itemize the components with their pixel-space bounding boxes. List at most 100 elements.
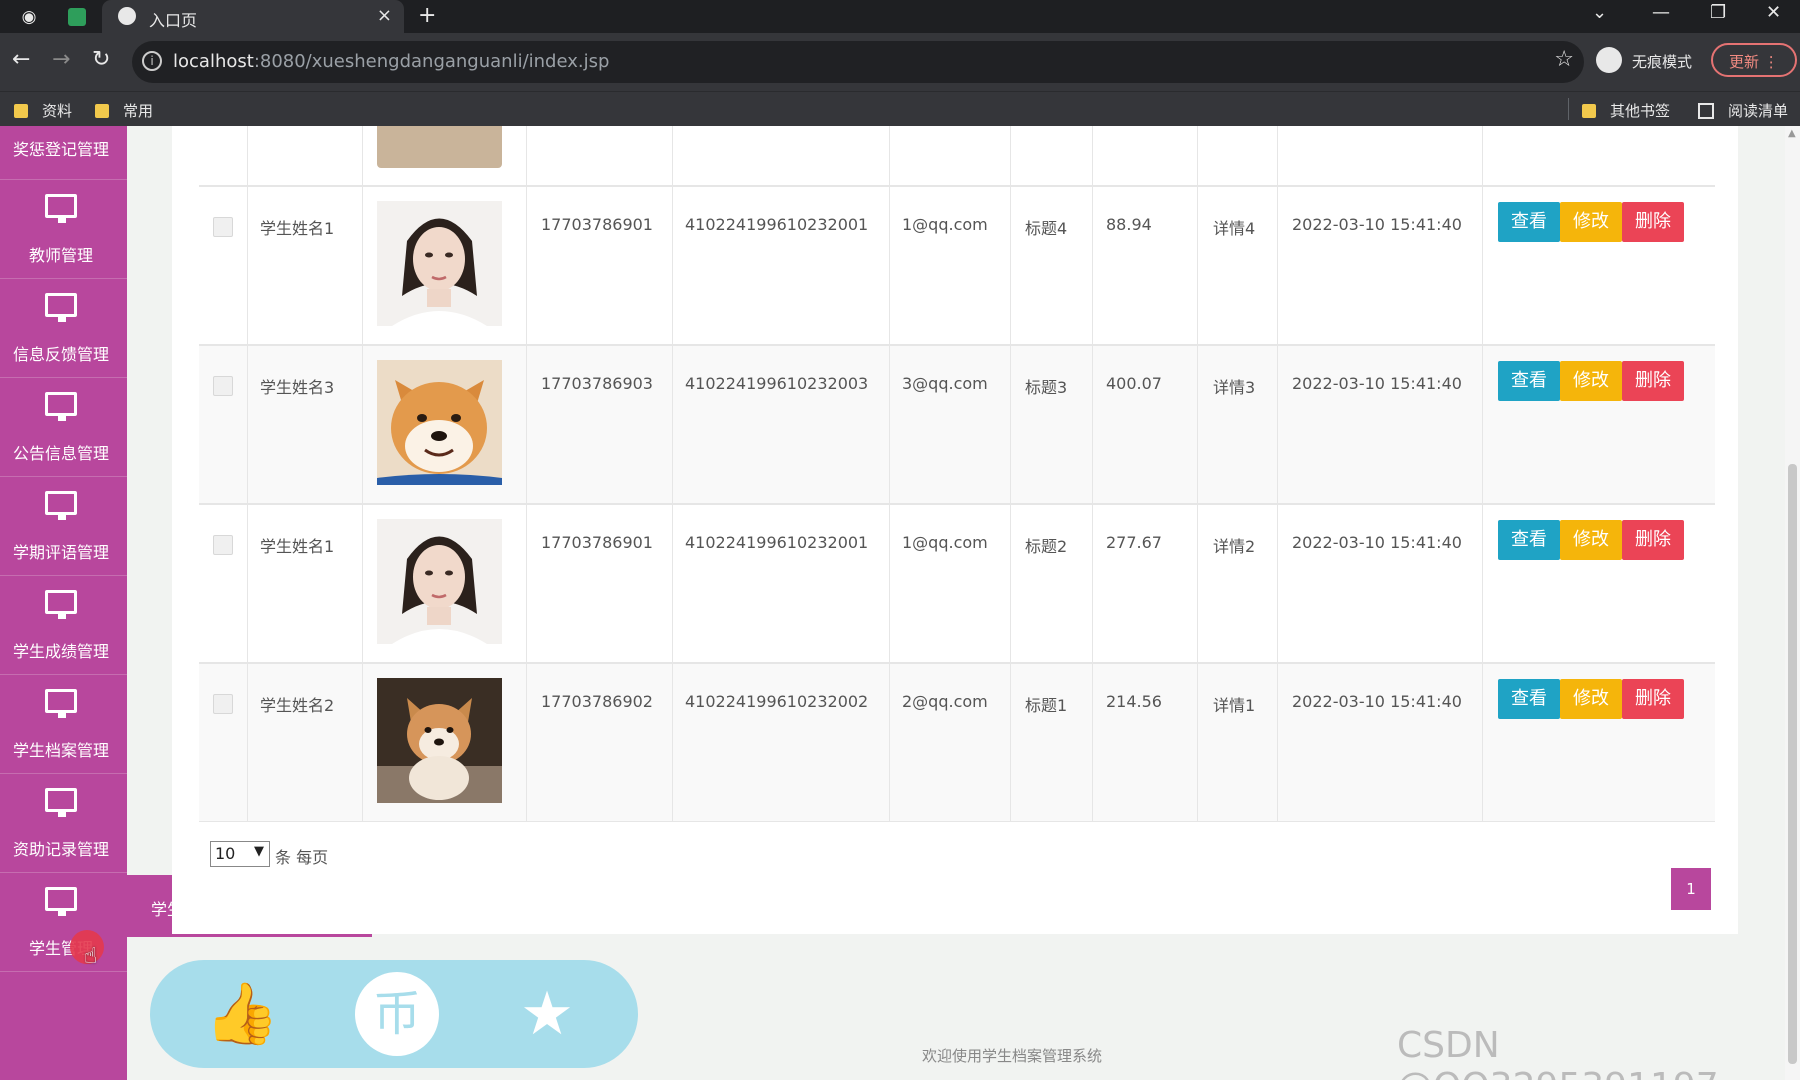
- cell-detail: 详情1: [1213, 696, 1256, 715]
- sidebar-item-rewards[interactable]: 奖惩登记管理: [0, 126, 127, 180]
- watermark: CSDN @QQ3295391197: [1397, 1025, 1719, 1080]
- forward-icon[interactable]: →: [52, 47, 70, 72]
- cell-email: 1@qq.com: [902, 533, 988, 552]
- row-checkbox[interactable]: [213, 694, 233, 714]
- page-button-current[interactable]: 1: [1671, 868, 1711, 910]
- sidebar-item-grades[interactable]: 学生成绩管理: [0, 576, 127, 675]
- sidebar-item-aid[interactable]: 资助记录管理: [0, 774, 127, 873]
- sidebar-item-label: 学生成绩管理: [12, 642, 109, 661]
- url-host: localhost: [173, 51, 254, 72]
- cell-title: 标题3: [1025, 378, 1068, 397]
- incognito-label: 无痕模式: [1632, 53, 1693, 71]
- cell-email: 1@qq.com: [902, 215, 988, 234]
- globe-icon: [118, 7, 136, 25]
- sidebar-item-teachers[interactable]: 教师管理: [0, 180, 127, 279]
- bookmark-label: 常用: [123, 102, 154, 120]
- browser-tab[interactable]: 入口页 ×: [102, 0, 404, 33]
- woman-portrait-photo: [377, 519, 502, 644]
- sheet-app-icon[interactable]: [68, 8, 86, 26]
- info-icon[interactable]: i: [142, 51, 162, 71]
- browser-menu-icon[interactable]: ◉: [18, 6, 40, 28]
- edit-button[interactable]: 修改: [1560, 520, 1622, 560]
- cell-phone: 17703786902: [541, 692, 653, 711]
- edit-button[interactable]: 修改: [1560, 202, 1622, 242]
- delete-button[interactable]: 删除: [1622, 679, 1684, 719]
- url-input[interactable]: i localhost:8080/xueshengdanganguanli/in…: [132, 41, 1584, 83]
- view-button[interactable]: 查看: [1498, 361, 1560, 401]
- bookmark-divider: [1568, 98, 1569, 120]
- sidebar-item-comments[interactable]: 学期评语管理: [0, 477, 127, 576]
- cell-email: 3@qq.com: [902, 374, 988, 393]
- url-text: localhost:8080/xueshengdanganguanli/inde…: [173, 51, 609, 72]
- reload-icon[interactable]: ↻: [92, 47, 110, 72]
- row-checkbox[interactable]: [213, 217, 233, 237]
- update-label: 更新: [1729, 53, 1760, 71]
- table-row: 学生姓名3 17703786903 410224199610232003 3@q…: [199, 345, 1715, 504]
- footer-text: 欢迎使用学生档案管理系统: [922, 1047, 1103, 1065]
- cell-id-card: 410224199610232003: [685, 374, 869, 393]
- edit-button[interactable]: 修改: [1560, 361, 1622, 401]
- cell-time: 2022-03-10 15:41:40: [1292, 215, 1462, 234]
- table-row: 学生姓名1 17703786901 410224199610232001 1@q…: [199, 504, 1715, 663]
- delete-button[interactable]: 删除: [1622, 361, 1684, 401]
- folder-icon: [95, 104, 109, 118]
- other-bookmarks[interactable]: 其他书签: [1582, 100, 1670, 121]
- sidebar-item-students[interactable]: 学生管理: [0, 873, 127, 972]
- restore-icon[interactable]: ❐: [1710, 2, 1726, 23]
- tab-close-icon[interactable]: ×: [377, 5, 392, 26]
- back-icon[interactable]: ←: [12, 47, 30, 72]
- minimize-icon[interactable]: —: [1652, 2, 1670, 23]
- monitor-icon: [45, 590, 77, 619]
- cell-id-card: 410224199610232001: [685, 533, 869, 552]
- cell-detail: 详情3: [1213, 378, 1256, 397]
- close-window-icon[interactable]: ✕: [1766, 2, 1781, 23]
- photo-partial: [377, 126, 502, 168]
- cell-name: 学生姓名1: [260, 219, 335, 238]
- coin-icon[interactable]: 币: [355, 972, 439, 1056]
- thumbs-up-icon[interactable]: 👍: [200, 972, 284, 1056]
- scrollbar-thumb[interactable]: [1788, 464, 1797, 1064]
- sidebar-item-label: 教师管理: [28, 246, 93, 265]
- delete-button[interactable]: 删除: [1622, 202, 1684, 242]
- view-button[interactable]: 查看: [1498, 520, 1560, 560]
- view-button[interactable]: 查看: [1498, 679, 1560, 719]
- monitor-icon: [45, 689, 77, 718]
- edit-button[interactable]: 修改: [1560, 679, 1622, 719]
- reading-list-icon: [1698, 103, 1714, 119]
- sidebar-item-label: 信息反馈管理: [12, 345, 109, 364]
- view-button[interactable]: 查看: [1498, 202, 1560, 242]
- cell-score: 400.07: [1106, 374, 1162, 393]
- bookmark-label: 阅读清单: [1728, 102, 1789, 120]
- incognito-icon[interactable]: [1596, 47, 1622, 73]
- woman-portrait-photo: [377, 201, 502, 326]
- sidebar-item-announcements[interactable]: 公告信息管理: [0, 378, 127, 477]
- monitor-icon: [45, 887, 77, 916]
- reaction-bar: 👍 币 ★: [150, 960, 638, 1068]
- sidebar-item-feedback[interactable]: 信息反馈管理: [0, 279, 127, 378]
- cell-time: 2022-03-10 15:41:40: [1292, 374, 1462, 393]
- page-scrollbar[interactable]: ▲: [1785, 126, 1800, 1080]
- monitor-icon: [45, 491, 77, 520]
- bookmark-folder-1[interactable]: 资料: [14, 100, 72, 121]
- monitor-icon: [45, 194, 77, 223]
- tab-search-icon[interactable]: ⌄: [1592, 2, 1607, 23]
- cell-phone: 17703786901: [541, 215, 653, 234]
- content-card: 学生姓名1 17703786901 410224199610232001 1@q…: [172, 126, 1738, 934]
- cell-title: 标题1: [1025, 696, 1068, 715]
- row-checkbox[interactable]: [213, 535, 233, 555]
- row-checkbox[interactable]: [213, 376, 233, 396]
- bookmark-label: 其他书签: [1610, 102, 1671, 120]
- bookmark-folder-2[interactable]: 常用: [95, 100, 153, 121]
- scroll-up-icon[interactable]: ▲: [1788, 128, 1796, 139]
- update-button[interactable]: 更新 ⋮: [1711, 43, 1797, 77]
- delete-button[interactable]: 删除: [1622, 520, 1684, 560]
- sidebar-item-archives[interactable]: 学生档案管理: [0, 675, 127, 774]
- reading-list[interactable]: 阅读清单: [1698, 100, 1788, 121]
- cell-score: 214.56: [1106, 692, 1162, 711]
- sidebar-item-label: 公告信息管理: [12, 444, 109, 463]
- cell-title: 标题2: [1025, 537, 1068, 556]
- new-tab-button[interactable]: +: [418, 3, 436, 28]
- page-size-select[interactable]: 10 ▼: [210, 841, 270, 867]
- bookmark-star-icon[interactable]: ☆: [1554, 47, 1574, 72]
- star-icon[interactable]: ★: [505, 972, 589, 1056]
